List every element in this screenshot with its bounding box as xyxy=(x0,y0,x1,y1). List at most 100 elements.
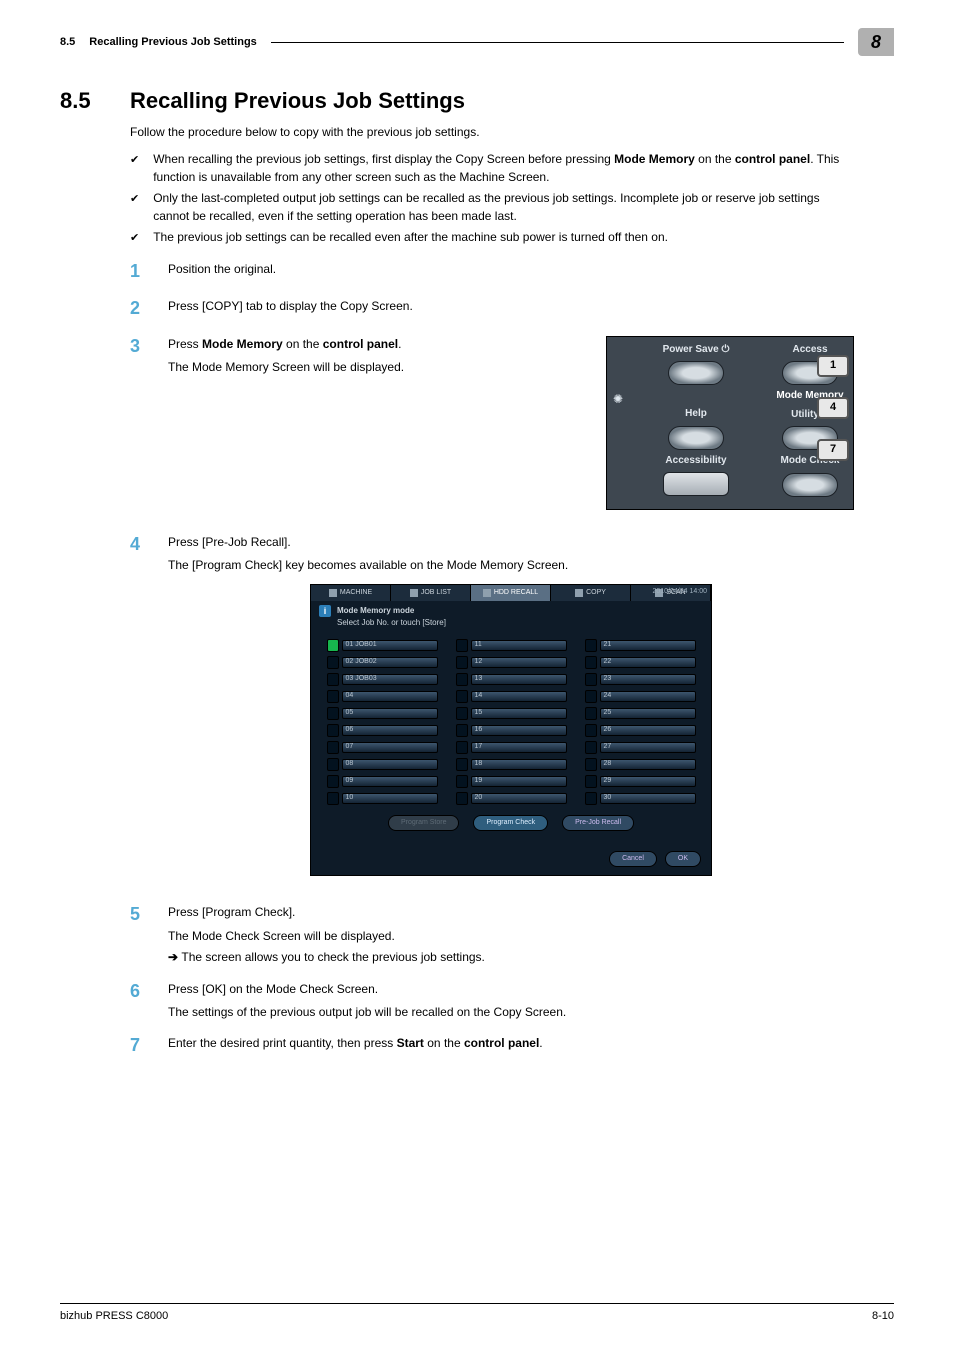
job-slot-label: 10 xyxy=(342,793,438,804)
job-slot[interactable]: 04 xyxy=(327,690,438,703)
pre-job-recall-button[interactable]: Pre-Job Recall xyxy=(562,815,634,831)
job-slot[interactable]: 10 xyxy=(327,792,438,805)
job-slot[interactable]: 19 xyxy=(456,775,567,788)
job-slot[interactable]: 09 xyxy=(327,775,438,788)
job-slot-label: 05 xyxy=(342,708,438,719)
job-lamp-icon xyxy=(585,724,597,737)
job-slot[interactable]: 05 xyxy=(327,707,438,720)
screen-header-sub: Select Job No. or touch [Store] xyxy=(337,617,446,629)
job-lamp-icon xyxy=(327,792,339,805)
chapter-badge: 8 xyxy=(858,28,894,56)
ok-button[interactable]: OK xyxy=(665,851,701,867)
mode-memory-screen: MACHINE JOB LIST HDD RECALL COPY SCAN 20… xyxy=(310,584,712,876)
bullet-1: When recalling the previous job settings… xyxy=(153,151,854,186)
footer-product: bizhub PRESS C8000 xyxy=(60,1310,168,1322)
hdd-icon xyxy=(483,589,491,597)
intro-paragraph: Follow the procedure below to copy with … xyxy=(130,124,854,141)
job-slot[interactable]: 11 xyxy=(456,639,567,652)
job-slot-label: 02 JOB02 xyxy=(342,657,438,668)
job-slot[interactable]: 26 xyxy=(585,724,696,737)
job-slot[interactable]: 22 xyxy=(585,656,696,669)
job-lamp-icon xyxy=(456,792,468,805)
screen-tabs: MACHINE JOB LIST HDD RECALL COPY SCAN xyxy=(311,585,711,601)
keypad-4[interactable]: 4 xyxy=(817,397,849,419)
job-slot-label: 29 xyxy=(600,776,696,787)
prerequisite-list: When recalling the previous job settings… xyxy=(130,151,854,247)
job-slot[interactable]: 12 xyxy=(456,656,567,669)
job-slot[interactable]: 15 xyxy=(456,707,567,720)
power-save-label: Power Save ⏻ xyxy=(663,343,730,358)
step-1-text: Position the original. xyxy=(168,261,854,278)
job-lamp-icon xyxy=(327,741,339,754)
keypad-7[interactable]: 7 xyxy=(817,439,849,461)
job-slot-label: 01 JOB01 xyxy=(342,640,438,651)
job-lamp-icon xyxy=(327,758,339,771)
tab-machine[interactable]: MACHINE xyxy=(311,585,391,601)
job-slot-label: 28 xyxy=(600,759,696,770)
job-lamp-icon xyxy=(585,690,597,703)
job-slot[interactable]: 02 JOB02 xyxy=(327,656,438,669)
job-slot-label: 27 xyxy=(600,742,696,753)
job-slot[interactable]: 08 xyxy=(327,758,438,771)
job-slot-label: 21 xyxy=(600,640,696,651)
job-slot-label: 24 xyxy=(600,691,696,702)
job-slot[interactable]: 27 xyxy=(585,741,696,754)
list-icon xyxy=(410,589,418,597)
step-6-text-2: The settings of the previous output job … xyxy=(168,1004,854,1021)
job-slot[interactable]: 23 xyxy=(585,673,696,686)
job-slot[interactable]: 30 xyxy=(585,792,696,805)
machine-icon xyxy=(329,589,337,597)
keypad-1[interactable]: 1 xyxy=(817,355,849,377)
job-slot[interactable]: 03 JOB03 xyxy=(327,673,438,686)
job-slot[interactable]: 24 xyxy=(585,690,696,703)
tab-hdd-recall[interactable]: HDD RECALL xyxy=(471,585,551,601)
job-slot[interactable]: 21 xyxy=(585,639,696,652)
job-slot[interactable]: 20 xyxy=(456,792,567,805)
power-save-button[interactable] xyxy=(668,361,724,385)
job-slot-label: 13 xyxy=(471,674,567,685)
job-lamp-icon xyxy=(585,707,597,720)
bullet-2: Only the last-completed output job setti… xyxy=(153,190,854,225)
step-number: 4 xyxy=(130,534,148,891)
program-check-button[interactable]: Program Check xyxy=(473,815,548,831)
heading-title: Recalling Previous Job Settings xyxy=(130,88,465,114)
job-slot[interactable]: 01 JOB01 xyxy=(327,639,438,652)
help-button[interactable] xyxy=(668,426,724,450)
job-lamp-icon xyxy=(456,758,468,771)
job-slot[interactable]: 29 xyxy=(585,775,696,788)
job-lamp-icon xyxy=(456,741,468,754)
job-lamp-icon xyxy=(585,775,597,788)
job-slot[interactable]: 25 xyxy=(585,707,696,720)
job-lamp-icon xyxy=(585,741,597,754)
accessibility-button[interactable] xyxy=(663,472,729,496)
cancel-button[interactable]: Cancel xyxy=(609,851,657,867)
step-7-text-1: Enter the desired print quantity, then p… xyxy=(168,1035,854,1052)
job-slot[interactable]: 07 xyxy=(327,741,438,754)
program-store-button[interactable]: Program Store xyxy=(388,815,460,831)
heading-row: 8.5 Recalling Previous Job Settings xyxy=(60,88,894,114)
step-4-text-1: Press [Pre-Job Recall]. xyxy=(168,534,854,551)
job-slot-label: 16 xyxy=(471,725,567,736)
job-slot[interactable]: 28 xyxy=(585,758,696,771)
job-slot[interactable]: 13 xyxy=(456,673,567,686)
step-4-text-2: The [Program Check] key becomes availabl… xyxy=(168,557,854,574)
job-slot[interactable]: 14 xyxy=(456,690,567,703)
job-slot-label: 19 xyxy=(471,776,567,787)
header-section-title: Recalling Previous Job Settings xyxy=(89,36,257,48)
job-slot[interactable]: 18 xyxy=(456,758,567,771)
tab-copy[interactable]: COPY xyxy=(551,585,631,601)
job-lamp-icon xyxy=(327,639,339,652)
screen-header: i Mode Memory mode Select Job No. or tou… xyxy=(311,601,711,632)
brightness-icon: ✺ xyxy=(613,391,623,408)
job-lamp-icon xyxy=(585,673,597,686)
job-slot[interactable]: 16 xyxy=(456,724,567,737)
tab-job-list[interactable]: JOB LIST xyxy=(391,585,471,601)
bullet-3: The previous job settings can be recalle… xyxy=(153,229,668,247)
job-slot[interactable]: 06 xyxy=(327,724,438,737)
header-section-no: 8.5 xyxy=(60,36,75,48)
step-5-text-2: The Mode Check Screen will be displayed. xyxy=(168,928,854,945)
check-icon xyxy=(130,190,139,225)
job-slot[interactable]: 17 xyxy=(456,741,567,754)
job-slot-label: 11 xyxy=(471,640,567,651)
mode-check-button[interactable] xyxy=(782,473,838,497)
